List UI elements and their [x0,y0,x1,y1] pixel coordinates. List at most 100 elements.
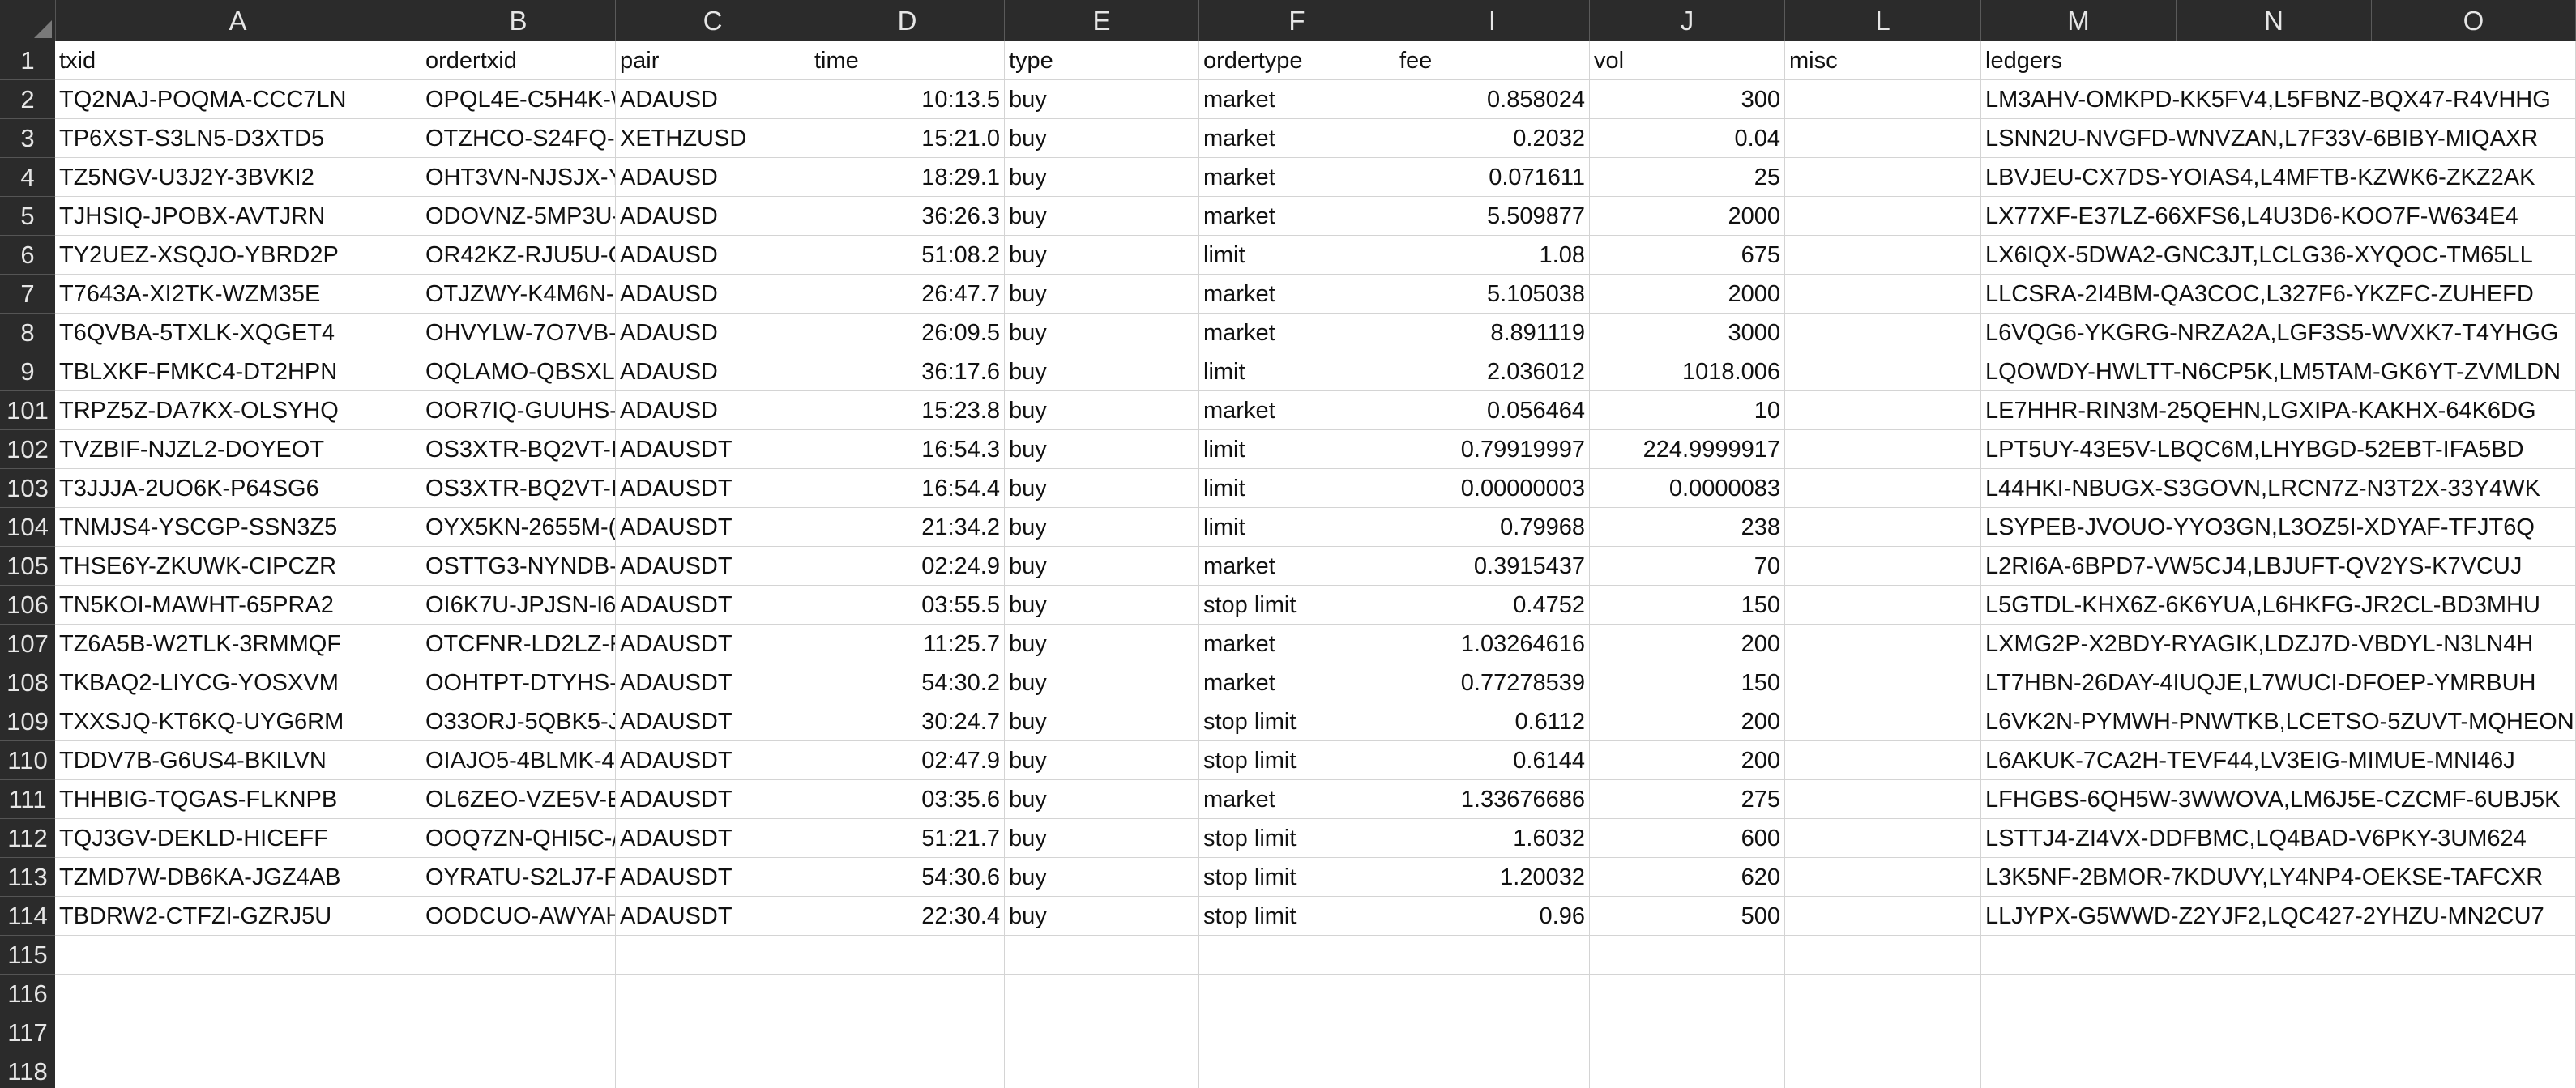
cell-ledgers[interactable]: L6VK2N-PYMWH-PNWTKB,LCETSO-5ZUVT-MQHEON [1981,702,2576,741]
header-cell-time[interactable]: time [810,41,1005,80]
cell-txid[interactable]: TQJ3GV-DEKLD-HICEFF [55,819,421,858]
cell-time[interactable] [810,1013,1005,1052]
cell-ordertxid[interactable]: OPQL4E-C5H4K-W [421,80,616,119]
cell-ordertxid[interactable]: OOHTPT-DTYHS-E [421,663,616,702]
column-header-o[interactable]: O [2372,0,2576,41]
cell-vol[interactable]: 500 [1590,897,1785,936]
cell-type[interactable]: buy [1005,469,1199,508]
cell-txid[interactable]: T6QVBA-5TXLK-XQGET4 [55,314,421,352]
cell-pair[interactable]: XETHZUSD [616,119,810,158]
cell-time[interactable]: 03:55.5 [810,586,1005,625]
cell-misc[interactable] [1785,819,1981,858]
cell-type[interactable] [1005,936,1199,975]
cell-txid[interactable]: TXXSJQ-KT6KQ-UYG6RM [55,702,421,741]
row-header[interactable]: 114 [0,897,55,936]
column-header-b[interactable]: B [421,0,616,41]
cell-ordertxid[interactable]: OIAJO5-4BLMK-4I [421,741,616,780]
cell-fee[interactable] [1395,1013,1590,1052]
cell-type[interactable]: buy [1005,663,1199,702]
column-header-e[interactable]: E [1005,0,1199,41]
cell-ordertype[interactable] [1199,1013,1395,1052]
cell-time[interactable]: 21:34.2 [810,508,1005,547]
cell-ordertype[interactable]: market [1199,119,1395,158]
cell-pair[interactable]: ADAUSDT [616,469,810,508]
cell-txid[interactable]: TZ5NGV-U3J2Y-3BVKI2 [55,158,421,197]
cell-type[interactable]: buy [1005,897,1199,936]
cell-time[interactable] [810,1052,1005,1088]
row-header[interactable]: 3 [0,119,55,158]
cell-ledgers[interactable]: LXMG2P-X2BDY-RYAGIK,LDZJ7D-VBDYL-N3LN4H [1981,625,2576,663]
column-header-a[interactable]: A [55,0,421,41]
header-cell-ledgers[interactable]: ledgers [1981,41,2576,80]
cell-ordertype[interactable]: stop limit [1199,702,1395,741]
cell-ledgers[interactable]: LE7HHR-RIN3M-25QEHN,LGXIPA-KAKHX-64K6DG [1981,391,2576,430]
cell-ordertype[interactable]: limit [1199,352,1395,391]
cell-ordertype[interactable] [1199,936,1395,975]
cell-vol[interactable]: 150 [1590,586,1785,625]
cell-vol[interactable]: 0.0000083 [1590,469,1785,508]
cell-ledgers[interactable]: LBVJEU-CX7DS-YOIAS4,L4MFTB-KZWK6-ZKZ2AK [1981,158,2576,197]
cell-ordertxid[interactable]: O33ORJ-5QBK5-J( [421,702,616,741]
cell-pair[interactable]: ADAUSDT [616,702,810,741]
cell-vol[interactable]: 2000 [1590,275,1785,314]
cell-txid[interactable]: TZ6A5B-W2TLK-3RMMQF [55,625,421,663]
cell-ordertxid[interactable]: OL6ZEO-VZE5V-E\ [421,780,616,819]
cell-vol[interactable]: 2000 [1590,197,1785,236]
cell-misc[interactable] [1785,702,1981,741]
cell-vol[interactable] [1590,975,1785,1013]
cell-fee[interactable]: 0.071611 [1395,158,1590,197]
cell-misc[interactable] [1785,469,1981,508]
cell-misc[interactable] [1785,80,1981,119]
cell-txid[interactable]: TZMD7W-DB6KA-JGZ4AB [55,858,421,897]
cell-txid[interactable]: TN5KOI-MAWHT-65PRA2 [55,586,421,625]
cell-time[interactable]: 03:35.6 [810,780,1005,819]
row-header[interactable]: 2 [0,80,55,119]
cell-txid[interactable]: T7643A-XI2TK-WZM35E [55,275,421,314]
cell-misc[interactable] [1785,897,1981,936]
cell-txid[interactable]: TJHSIQ-JPOBX-AVTJRN [55,197,421,236]
cell-vol[interactable]: 675 [1590,236,1785,275]
cell-ordertype[interactable]: stop limit [1199,858,1395,897]
cell-type[interactable]: buy [1005,586,1199,625]
cell-ordertype[interactable] [1199,1052,1395,1088]
cell-txid[interactable]: TRPZ5Z-DA7KX-OLSYHQ [55,391,421,430]
cell-ordertxid[interactable]: OODCUO-AWYAH [421,897,616,936]
row-header[interactable]: 7 [0,275,55,314]
cell-pair[interactable]: ADAUSD [616,197,810,236]
cell-ordertype[interactable]: market [1199,780,1395,819]
cell-ordertxid[interactable]: OSTTG3-NYNDB-( [421,547,616,586]
cell-txid[interactable]: TQ2NAJ-POQMA-CCC7LN [55,80,421,119]
cell-txid[interactable] [55,1013,421,1052]
cell-time[interactable]: 26:09.5 [810,314,1005,352]
header-cell-ordertype[interactable]: ordertype [1199,41,1395,80]
row-header[interactable]: 6 [0,236,55,275]
cell-txid[interactable]: TVZBIF-NJZL2-DOYEOT [55,430,421,469]
cell-type[interactable]: buy [1005,119,1199,158]
column-header-f[interactable]: F [1199,0,1395,41]
cell-fee[interactable]: 0.4752 [1395,586,1590,625]
cell-vol[interactable]: 275 [1590,780,1785,819]
header-cell-pair[interactable]: pair [616,41,810,80]
cell-fee[interactable]: 8.891119 [1395,314,1590,352]
cell-type[interactable]: buy [1005,391,1199,430]
cell-fee[interactable]: 1.6032 [1395,819,1590,858]
row-header[interactable]: 5 [0,197,55,236]
cell-pair[interactable]: ADAUSDT [616,508,810,547]
cell-pair[interactable]: ADAUSD [616,314,810,352]
cell-vol[interactable]: 224.9999917 [1590,430,1785,469]
cell-ordertype[interactable]: market [1199,275,1395,314]
cell-misc[interactable] [1785,1013,1981,1052]
cell-misc[interactable] [1785,275,1981,314]
cell-fee[interactable]: 0.79968 [1395,508,1590,547]
cell-pair[interactable]: ADAUSDT [616,663,810,702]
cell-vol[interactable]: 0.04 [1590,119,1785,158]
cell-vol[interactable]: 200 [1590,741,1785,780]
cell-txid[interactable]: TNMJS4-YSCGP-SSN3Z5 [55,508,421,547]
cell-type[interactable]: buy [1005,547,1199,586]
cell-fee[interactable]: 0.77278539 [1395,663,1590,702]
cell-fee[interactable]: 1.03264616 [1395,625,1590,663]
cell-ordertxid[interactable]: OI6K7U-JPJSN-I6X [421,586,616,625]
cell-time[interactable]: 54:30.2 [810,663,1005,702]
cell-pair[interactable]: ADAUSDT [616,625,810,663]
cell-type[interactable]: buy [1005,625,1199,663]
